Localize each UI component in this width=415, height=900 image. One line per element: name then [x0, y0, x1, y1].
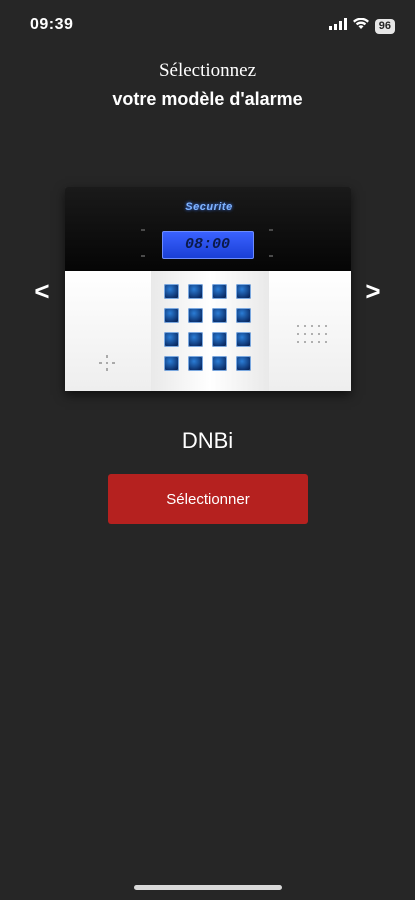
device-brand-logo: Securite — [185, 201, 233, 213]
device-lcd-screen: 08:00 — [162, 231, 254, 259]
select-button-label: Sélectionner — [166, 490, 250, 508]
keypad-key — [188, 308, 203, 323]
keypad-key — [188, 356, 203, 371]
keypad-key — [212, 332, 227, 347]
model-name: DNBi — [181, 428, 234, 453]
device-led — [141, 229, 145, 231]
status-bar: 09:39 96 — [0, 0, 415, 50]
keypad-key — [212, 284, 227, 299]
keypad-key — [188, 284, 203, 299]
next-model-button[interactable]: > — [358, 276, 388, 307]
keypad-key — [188, 332, 203, 347]
alarm-device-image: Securite 08:00 — [65, 187, 351, 391]
battery-icon: 96 — [374, 18, 395, 34]
home-indicator[interactable] — [134, 885, 282, 890]
keypad-key — [236, 356, 251, 371]
status-icons: 96 — [328, 17, 395, 35]
keypad-key — [212, 308, 227, 323]
keypad-key — [212, 356, 227, 371]
keypad-key — [236, 308, 251, 323]
keypad-key — [164, 356, 179, 371]
device-led — [269, 255, 273, 257]
keypad-key — [236, 284, 251, 299]
wifi-icon — [352, 17, 369, 35]
keypad-key — [164, 308, 179, 323]
keypad-key — [164, 284, 179, 299]
microphone-icon — [99, 355, 115, 371]
page-subtitle: votre modèle d'alarme — [112, 89, 303, 109]
device-led — [141, 255, 145, 257]
device-led — [269, 229, 273, 231]
device-lcd-time: 08:00 — [185, 236, 231, 253]
keypad-key — [164, 332, 179, 347]
keypad-key — [236, 332, 251, 347]
cellular-signal-icon — [328, 17, 347, 35]
page-title: Sélectionnez — [158, 60, 257, 81]
select-button[interactable]: Sélectionner — [108, 474, 308, 524]
previous-model-button[interactable]: < — [27, 276, 57, 307]
status-time: 09:39 — [30, 16, 74, 33]
